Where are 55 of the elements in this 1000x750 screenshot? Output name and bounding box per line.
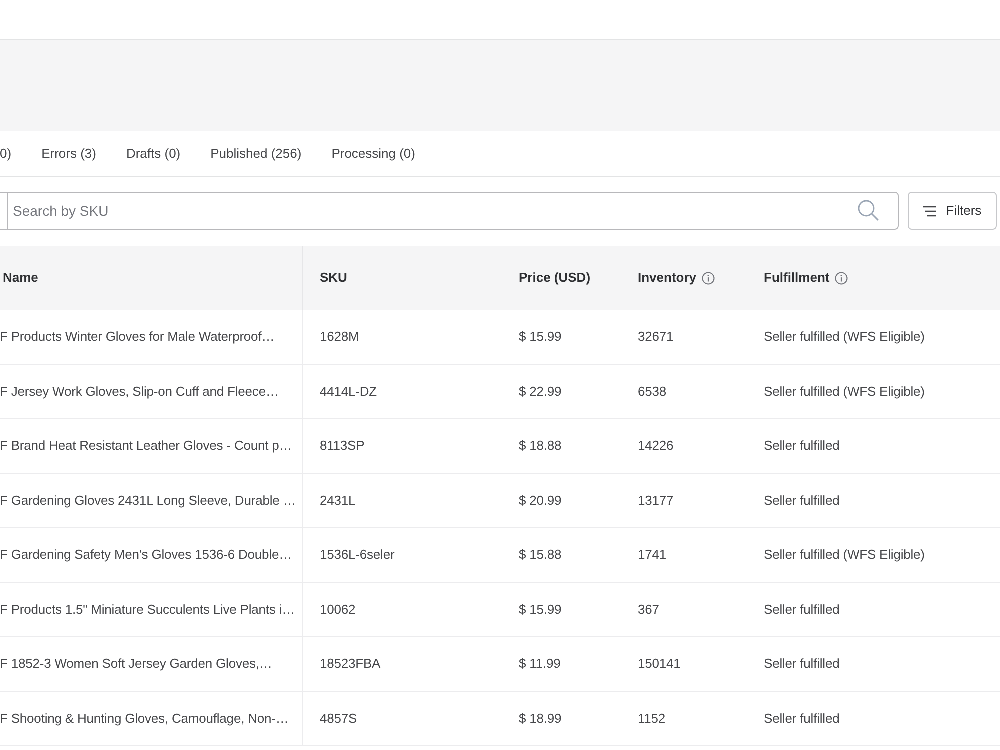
table-cell-text: 6538 — [638, 382, 667, 400]
search-field[interactable]: Search by SKU — [7, 192, 899, 230]
table-cell-text: F Brand Heat Resistant Leather Gloves - Count p… — [0, 437, 292, 455]
table-cell-text: Seller fulfilled (WFS Eligible) — [764, 546, 925, 564]
table-cell-text: 4414L-DZ — [320, 382, 378, 400]
column-header: SKU — [320, 269, 348, 288]
filter-lines-icon — [923, 206, 936, 216]
table-cell-text: 10062 — [320, 600, 356, 618]
table-cell-text: F Jersey Work Gloves, Slip-on Cuff and Fleece… — [0, 382, 279, 401]
table-cell-text: 13177 — [638, 492, 674, 510]
table-cell-text: 2431L — [320, 492, 356, 510]
table-cell-text: $ 22.99 — [519, 382, 562, 400]
tab[interactable]: 0) — [0, 131, 12, 176]
table-cell-text: 14226 — [638, 437, 674, 455]
table-cell-text: $ 11.99 — [519, 655, 561, 673]
table-cell-text: $ 20.99 — [519, 492, 562, 510]
tab[interactable]: Published (256) — [210, 131, 302, 176]
table-cell-text: 1628M — [320, 328, 360, 346]
table-cell-text: 32671 — [638, 328, 674, 346]
column-header: Inventory — [638, 269, 697, 288]
table-cell-text: Seller fulfilled (WFS Eligible) — [764, 328, 925, 346]
table-cell-text: F Products 1.5" Miniature Succulents Live Plants i… — [0, 600, 296, 618]
table-cell-text: Seller fulfilled — [764, 492, 840, 510]
filters-button[interactable]: Filters — [908, 192, 997, 230]
tab[interactable]: Processing (0) — [332, 131, 416, 176]
tab[interactable]: Errors (3) — [42, 131, 96, 176]
column-header: Price (USD) — [519, 269, 591, 288]
table-cell-text: Seller fulfilled — [764, 655, 840, 673]
table-cell-text: 4857S — [320, 710, 358, 728]
table-cell-text: $ 15.99 — [519, 600, 562, 618]
column-header: Name — [3, 269, 38, 288]
table-cell-text: 150141 — [638, 655, 681, 673]
select-field[interactable] — [0, 192, 7, 230]
table-cell-text: $ 15.99 — [519, 328, 562, 346]
search-icon[interactable] — [858, 200, 879, 221]
table-cell-text: 1152 — [638, 710, 666, 728]
table-cell-text: F Gardening Safety Men's Gloves 1536-6 Double… — [0, 546, 292, 564]
table-cell-text: Seller fulfilled — [764, 600, 840, 618]
table-cell-text: F Gardening Gloves 2431L Long Sleeve, Durable … — [0, 492, 296, 510]
table-cell-text: F Products Winter Gloves for Male Waterproof… — [0, 328, 275, 346]
tab[interactable]: Drafts (0) — [126, 131, 181, 176]
table-cell-text: $ 18.88 — [519, 437, 562, 455]
table-cell-text: 1741 — [638, 546, 667, 564]
table-cell-text: 1536L-6seler — [320, 546, 395, 564]
table-cell-text: 8113SP — [320, 437, 365, 455]
table-cell-text: F Shooting & Hunting Gloves, Camouflage, Non-… — [0, 710, 289, 728]
table-cell-text: 367 — [638, 600, 660, 618]
column-header: Fulfillment — [764, 269, 830, 288]
table-cell-text: Seller fulfilled — [764, 437, 840, 455]
table-cell-text: Seller fulfilled — [764, 710, 840, 728]
table-cell-text: $ 18.99 — [519, 710, 562, 728]
table-cell-text: F 1852-3 Women Soft Jersey Garden Gloves,… — [0, 655, 272, 673]
table-cell-text: Seller fulfilled (WFS Eligible) — [764, 382, 925, 401]
table-cell-text: $ 15.88 — [519, 546, 562, 564]
table-cell-text: 18523FBA — [320, 655, 381, 673]
